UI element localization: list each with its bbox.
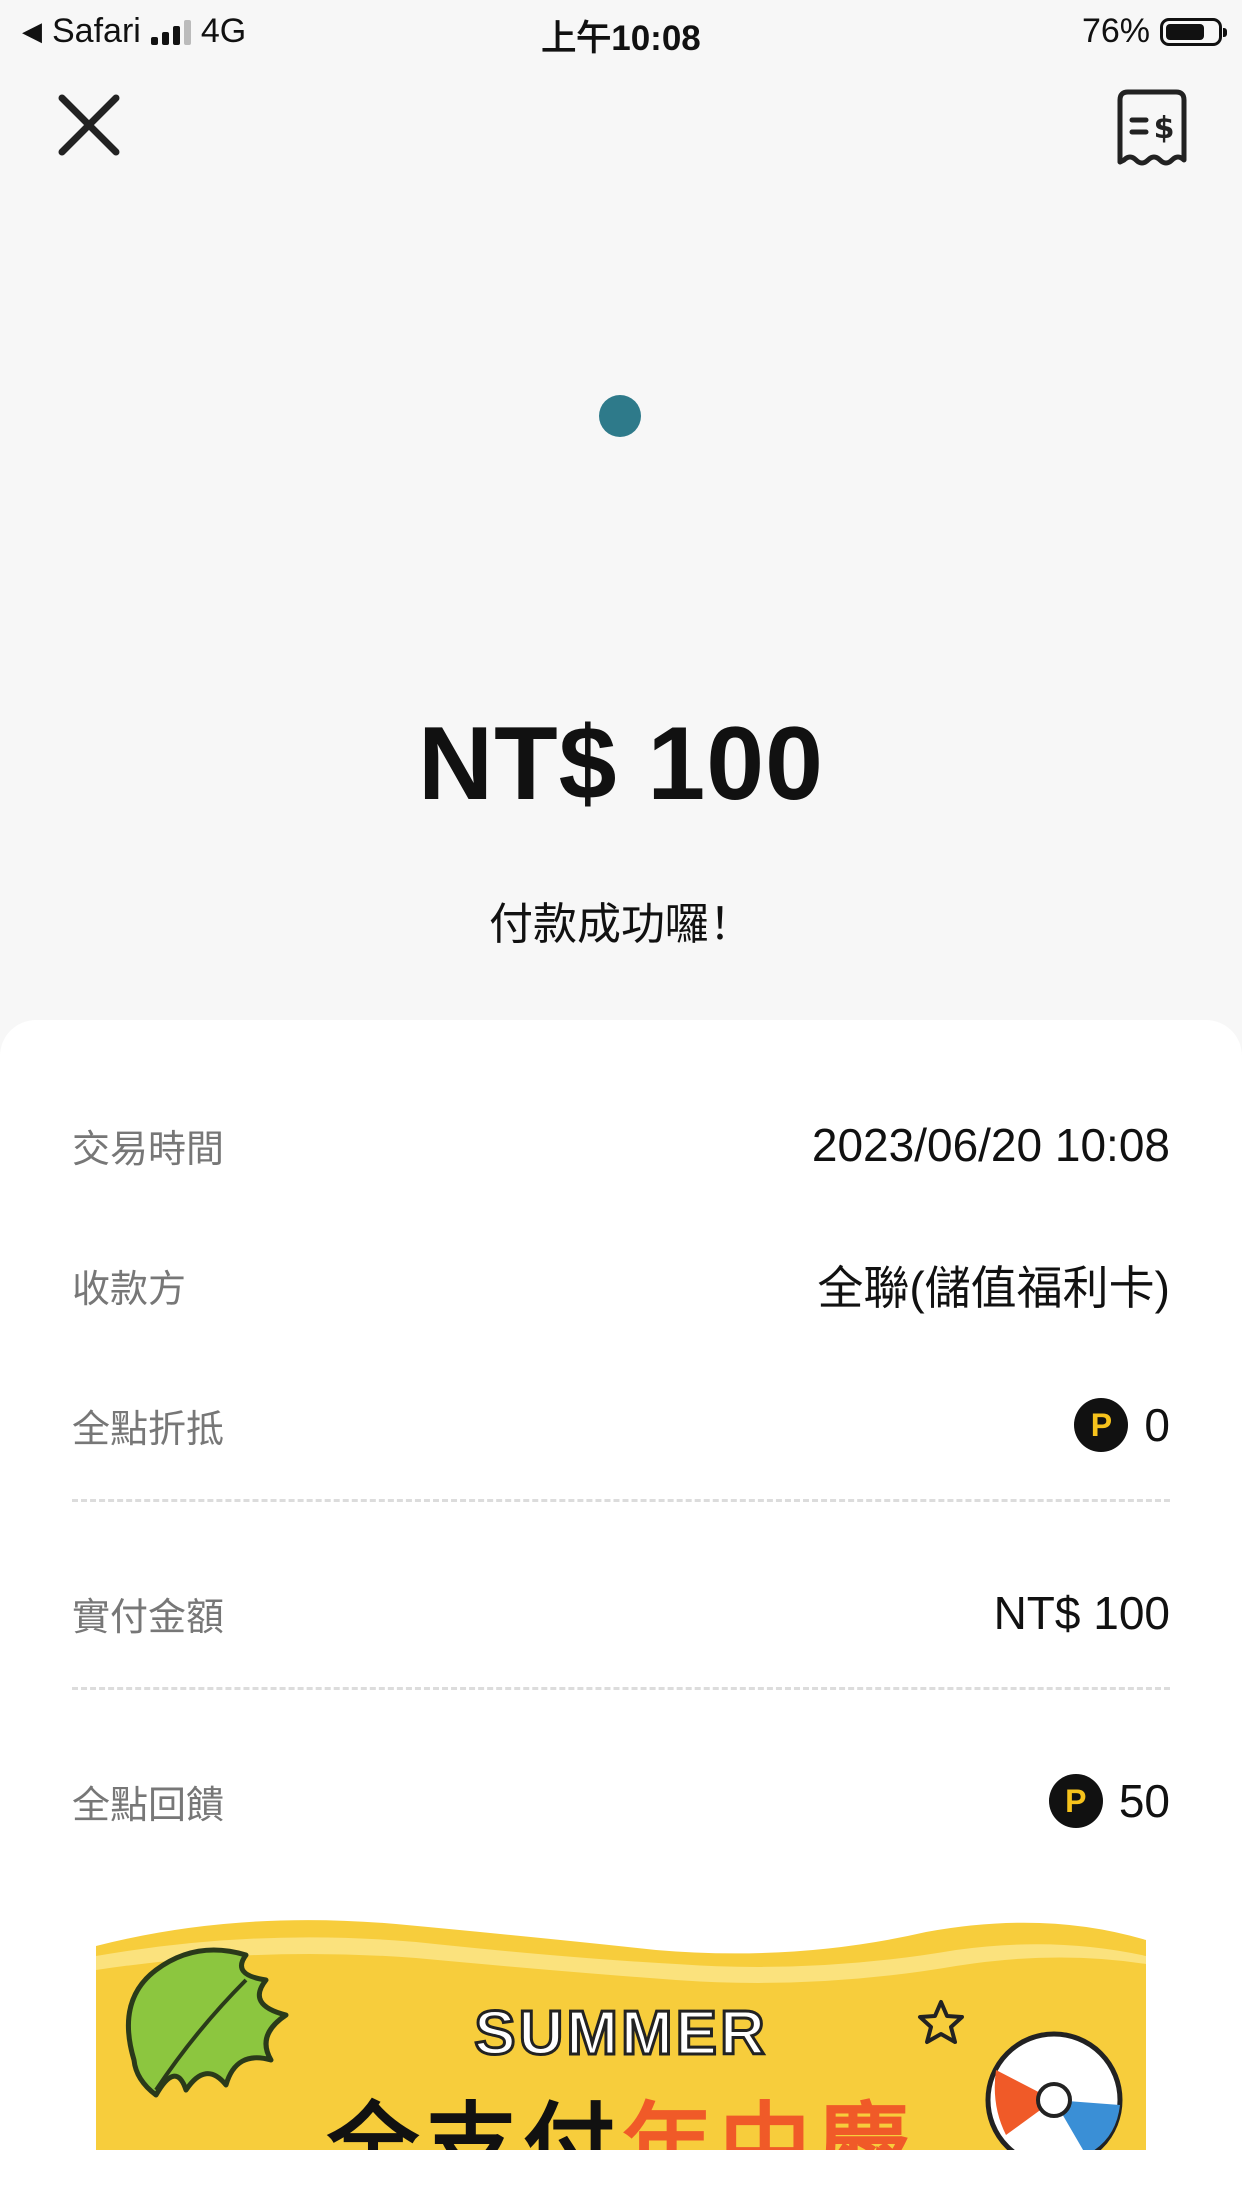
payment-amount: NT$ 100 bbox=[418, 706, 824, 822]
transaction-time-value: 2023/06/20 10:08 bbox=[811, 1119, 1170, 1171]
status-bar: ◀ Safari 4G 上午10:08 76% bbox=[0, 0, 1242, 62]
points-discount-row: 全點折抵 P 0 bbox=[72, 1395, 1170, 1455]
divider bbox=[72, 1687, 1170, 1690]
points-discount-value: 0 bbox=[1144, 1399, 1170, 1451]
svg-text:$: $ bbox=[1154, 111, 1175, 146]
banner-subtitle-brand: 全支付 bbox=[326, 2096, 621, 2150]
battery-icon bbox=[1160, 17, 1227, 46]
receipt-button[interactable]: $ bbox=[1116, 88, 1188, 166]
battery-status: 76% bbox=[1081, 12, 1227, 51]
paid-amount-label: 實付金額 bbox=[72, 1596, 225, 1639]
loading-dot bbox=[599, 395, 641, 437]
divider bbox=[72, 1499, 1170, 1502]
points-reward-label: 全點回饋 bbox=[72, 1784, 225, 1827]
paid-amount-row: 實付金額 NT$ 100 bbox=[72, 1583, 1170, 1643]
points-reward-value: 50 bbox=[1118, 1775, 1170, 1827]
banner-subtitle: 全支付年中慶 bbox=[96, 2072, 1146, 2150]
battery-percent: 76% bbox=[1081, 12, 1150, 50]
payee-label: 收款方 bbox=[72, 1268, 187, 1311]
points-coin-icon: P bbox=[1048, 1774, 1103, 1828]
points-reward-group: P 50 bbox=[1048, 1774, 1170, 1828]
points-reward-row: 全點回饋 P 50 bbox=[72, 1771, 1170, 1831]
payee-row: 收款方 全聯(儲值福利卡) bbox=[72, 1255, 1170, 1315]
points-coin-icon: P bbox=[1074, 1398, 1129, 1452]
transaction-time-row: 交易時間 2023/06/20 10:08 bbox=[72, 1115, 1170, 1175]
close-icon bbox=[58, 94, 120, 156]
clock: 上午10:08 bbox=[541, 19, 701, 58]
paid-amount-value: NT$ 100 bbox=[993, 1587, 1170, 1639]
points-discount-label: 全點折抵 bbox=[72, 1408, 225, 1451]
close-button[interactable] bbox=[56, 92, 122, 158]
banner-subtitle-event: 年中慶 bbox=[621, 2096, 916, 2150]
receipt-dollar-icon: $ bbox=[1117, 89, 1187, 166]
success-message: 付款成功囉！ bbox=[489, 900, 753, 949]
promo-banner[interactable]: SUMMER 全支付年中慶 bbox=[96, 1910, 1146, 2150]
payee-value: 全聯(儲值福利卡) bbox=[817, 1262, 1170, 1314]
banner-title: SUMMER bbox=[473, 1998, 768, 2070]
transaction-time-label: 交易時間 bbox=[72, 1128, 225, 1171]
points-discount-group: P 0 bbox=[1074, 1398, 1170, 1452]
